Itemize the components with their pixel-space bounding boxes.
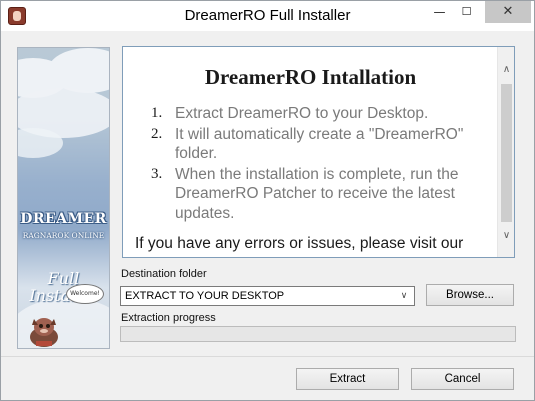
close-button[interactable]: ✕ xyxy=(485,1,531,23)
list-item: 2. It will automatically create a "Dream… xyxy=(151,125,486,164)
instructions-panel[interactable]: DreamerRO Intallation 1. Extract Dreamer… xyxy=(122,46,515,258)
installer-window: DreamerRO Full Installer — ☐ ✕ DREAMER R… xyxy=(0,0,535,401)
step-text: It will automatically create a "DreamerR… xyxy=(175,125,464,163)
step-text: When the installation is complete, run t… xyxy=(175,165,459,222)
scroll-up-icon[interactable]: ∧ xyxy=(498,61,514,78)
browse-button[interactable]: Browse... xyxy=(426,284,514,306)
destination-label: Destination folder xyxy=(121,268,207,280)
welcome-bubble: Welcome! xyxy=(66,284,104,304)
installer-banner: DREAMER RAGNAROK ONLINE Full Installer W… xyxy=(17,47,110,349)
step-number: 2. xyxy=(151,125,163,142)
progress-label: Extraction progress xyxy=(121,312,216,324)
banner-subtitle: RAGNAROK ONLINE xyxy=(22,231,105,240)
cancel-button[interactable]: Cancel xyxy=(411,368,514,390)
minimize-button[interactable]: — xyxy=(426,1,453,23)
chevron-down-icon[interactable]: ∨ xyxy=(397,288,411,304)
step-number: 1. xyxy=(151,105,163,121)
instructions-heading: DreamerRO Intallation xyxy=(204,65,417,89)
support-note: If you have any errors or issues, please… xyxy=(135,235,464,252)
banner-brand: DREAMER xyxy=(20,211,107,227)
steps-list: 1. Extract DreamerRO to your Desktop. 2.… xyxy=(135,104,486,223)
list-item: 3. When the installation is complete, ru… xyxy=(151,165,486,224)
extraction-progress-bar xyxy=(120,326,516,342)
destination-value: EXTRACT TO YOUR DESKTOP xyxy=(125,290,285,302)
mascot-icon xyxy=(30,318,58,347)
footer-divider xyxy=(1,356,534,357)
title-bar[interactable]: DreamerRO Full Installer — ☐ ✕ xyxy=(1,1,534,31)
step-text: Extract DreamerRO to your Desktop. xyxy=(175,105,429,122)
scroll-down-icon[interactable]: ∨ xyxy=(498,227,514,244)
step-number: 3. xyxy=(151,165,163,182)
vertical-scrollbar[interactable]: ∧ ∨ xyxy=(497,47,514,257)
destination-select[interactable]: EXTRACT TO YOUR DESKTOP ∨ xyxy=(120,286,415,306)
list-item: 1. Extract DreamerRO to your Desktop. xyxy=(151,104,486,124)
cloud-shape xyxy=(18,128,63,158)
extract-button[interactable]: Extract xyxy=(296,368,399,390)
scroll-thumb[interactable] xyxy=(501,84,512,222)
instructions-content: DreamerRO Intallation 1. Extract Dreamer… xyxy=(123,47,498,257)
maximize-button[interactable]: ☐ xyxy=(453,1,480,23)
